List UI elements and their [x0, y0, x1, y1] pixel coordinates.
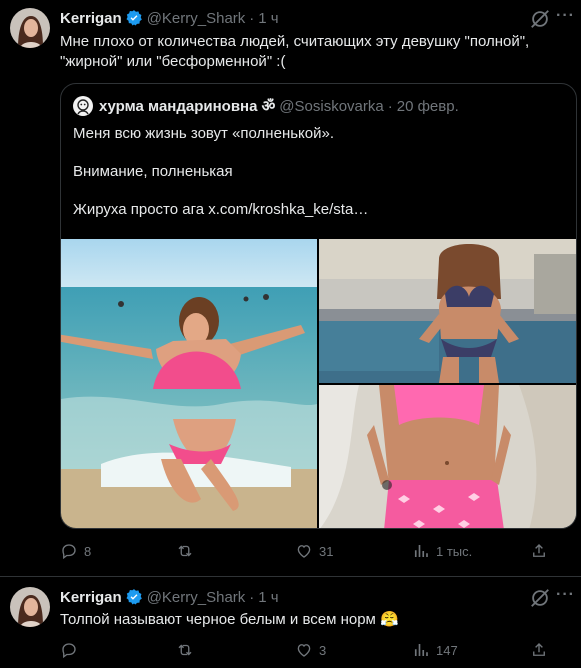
quote-author-handle[interactable]: @Sosiskovarka	[279, 98, 383, 115]
media-grid	[61, 239, 576, 528]
share-icon	[533, 544, 545, 557]
tweet-text: Мне плохо от количества людей, считающих…	[60, 33, 530, 70]
photo-pool[interactable]	[319, 239, 576, 383]
author-handle[interactable]: @Kerry_Shark	[147, 589, 246, 606]
like-count: 3	[319, 642, 327, 658]
author-name[interactable]: Kerrigan	[60, 10, 122, 27]
retweet-icon	[178, 644, 192, 656]
tweet-header: Kerrigan @Kerry_Shark · 1 ч	[60, 8, 279, 28]
share-icon	[533, 643, 545, 656]
tweet-actions: 8 31 1 тыс.	[60, 542, 550, 562]
like-count: 31	[319, 543, 334, 559]
views-icon	[414, 545, 428, 557]
share-button[interactable]	[530, 542, 548, 560]
quoted-tweet[interactable]: хурма мандариновна ॐ @Sosiskovarka · 20 …	[60, 83, 577, 529]
views-button[interactable]: 147	[412, 641, 458, 659]
reply-icon	[62, 643, 76, 659]
retweet-button[interactable]	[176, 542, 200, 560]
views-icon	[414, 644, 428, 656]
like-icon	[297, 644, 311, 657]
verified-icon	[126, 589, 142, 605]
timestamp[interactable]: 1 ч	[258, 589, 278, 606]
like-button[interactable]: 31	[295, 542, 333, 560]
separator-dot: ·	[249, 9, 255, 27]
retweet-icon	[178, 545, 192, 557]
quote-header: хурма мандариновна ॐ @Sosiskovarka · 20 …	[73, 96, 459, 116]
reply-icon	[62, 544, 76, 560]
quote-timestamp[interactable]: 20 февр.	[397, 98, 459, 115]
tweet[interactable]: Kerrigan @Kerry_Shark · 1 ч ··· Мне плох…	[0, 0, 581, 576]
like-button[interactable]: 3	[295, 641, 326, 659]
more-icon[interactable]: ···	[556, 7, 575, 25]
quote-avatar[interactable]	[73, 96, 93, 116]
views-button[interactable]: 1 тыс.	[412, 542, 472, 560]
author-handle[interactable]: @Kerry_Shark	[147, 10, 246, 27]
more-icon[interactable]: ···	[556, 586, 575, 604]
grok-icon[interactable]	[529, 587, 551, 609]
grok-icon[interactable]	[529, 8, 551, 30]
quote-line-link[interactable]: Жируха просто ага x.com/kroshka_ke/sta…	[73, 200, 563, 220]
verified-icon	[126, 10, 142, 26]
tweet-actions: 3 147	[60, 641, 550, 661]
separator-dot: ·	[249, 588, 255, 606]
separator-dot: ·	[387, 97, 393, 115]
tweet[interactable]: Kerrigan @Kerry_Shark · 1 ч ··· Толпой н…	[0, 576, 581, 668]
views-count: 1 тыс.	[436, 543, 473, 559]
avatar[interactable]	[10, 587, 50, 627]
reply-count: 8	[84, 543, 92, 559]
tweet-text: Толпой называют черное белым и всем норм…	[60, 611, 399, 628]
reply-button[interactable]	[60, 641, 84, 659]
avatar[interactable]	[10, 8, 50, 48]
retweet-button[interactable]	[176, 641, 200, 659]
share-button[interactable]	[530, 641, 548, 659]
reply-button[interactable]: 8	[60, 542, 91, 560]
quote-text: Меня всю жизнь зовут «полненькой». Внима…	[73, 124, 563, 220]
quote-author-name[interactable]: хурма мандариновна ॐ	[99, 96, 275, 116]
like-icon	[297, 545, 311, 558]
tweet-header: Kerrigan @Kerry_Shark · 1 ч	[60, 587, 279, 607]
quote-line: Внимание, полненькая	[73, 163, 233, 180]
photo-shorts[interactable]	[319, 385, 576, 528]
quote-line: Меня всю жизнь зовут «полненькой».	[73, 125, 334, 142]
author-name[interactable]: Kerrigan	[60, 589, 122, 606]
views-count: 147	[436, 642, 458, 658]
photo-beach[interactable]	[61, 239, 317, 528]
timestamp[interactable]: 1 ч	[258, 10, 278, 27]
